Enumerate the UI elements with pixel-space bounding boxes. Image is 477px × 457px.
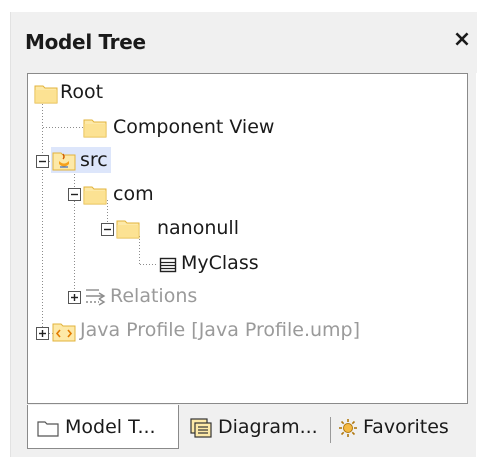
folder-icon xyxy=(37,421,59,437)
diagram-list-icon xyxy=(190,418,212,438)
model-tree: Root Component View src com nanonull MyC… xyxy=(27,73,468,404)
folder-icon xyxy=(34,85,58,104)
class-icon xyxy=(159,257,177,273)
java-package-icon xyxy=(52,152,76,171)
tab-separator xyxy=(330,417,331,443)
close-button[interactable]: × xyxy=(451,28,473,52)
tab-label: Favorites xyxy=(363,416,449,438)
tab-label: Model T... xyxy=(65,416,156,438)
tree-node-label: Component View xyxy=(113,116,275,138)
profile-icon xyxy=(52,323,76,342)
relations-icon xyxy=(86,289,106,306)
expand-icon[interactable] xyxy=(36,327,49,340)
tab-favorites[interactable]: Favorites xyxy=(332,405,468,449)
collapse-icon[interactable] xyxy=(68,188,81,201)
tree-node-label: src xyxy=(80,149,108,171)
tree-node-label: com xyxy=(113,183,154,205)
collapse-icon[interactable] xyxy=(101,223,114,236)
folder-icon xyxy=(83,119,107,138)
folder-icon xyxy=(83,186,107,205)
tree-node-label: Root xyxy=(60,81,104,103)
tree-node-label: nanonull xyxy=(157,217,239,239)
tree-node-label: Java Profile [Java Profile.ump] xyxy=(80,319,361,341)
tree-node-label: MyClass xyxy=(181,252,259,274)
expand-icon[interactable] xyxy=(68,291,81,304)
tree-node-label: Relations xyxy=(110,285,198,307)
collapse-icon[interactable] xyxy=(36,155,49,168)
tab-label: Diagram... xyxy=(218,416,318,438)
favorites-icon xyxy=(339,419,357,437)
tab-model-tree[interactable]: Model T... xyxy=(27,405,179,449)
folder-icon xyxy=(116,220,140,239)
model-tree-window: Model Tree × Root Component View src com… xyxy=(10,12,477,457)
tab-bar: Model T... Diagram... Favorites xyxy=(27,405,468,457)
panel-header: Model Tree × xyxy=(11,12,477,73)
panel-title: Model Tree xyxy=(25,30,146,54)
tab-diagram-tree[interactable]: Diagram... xyxy=(180,405,330,449)
